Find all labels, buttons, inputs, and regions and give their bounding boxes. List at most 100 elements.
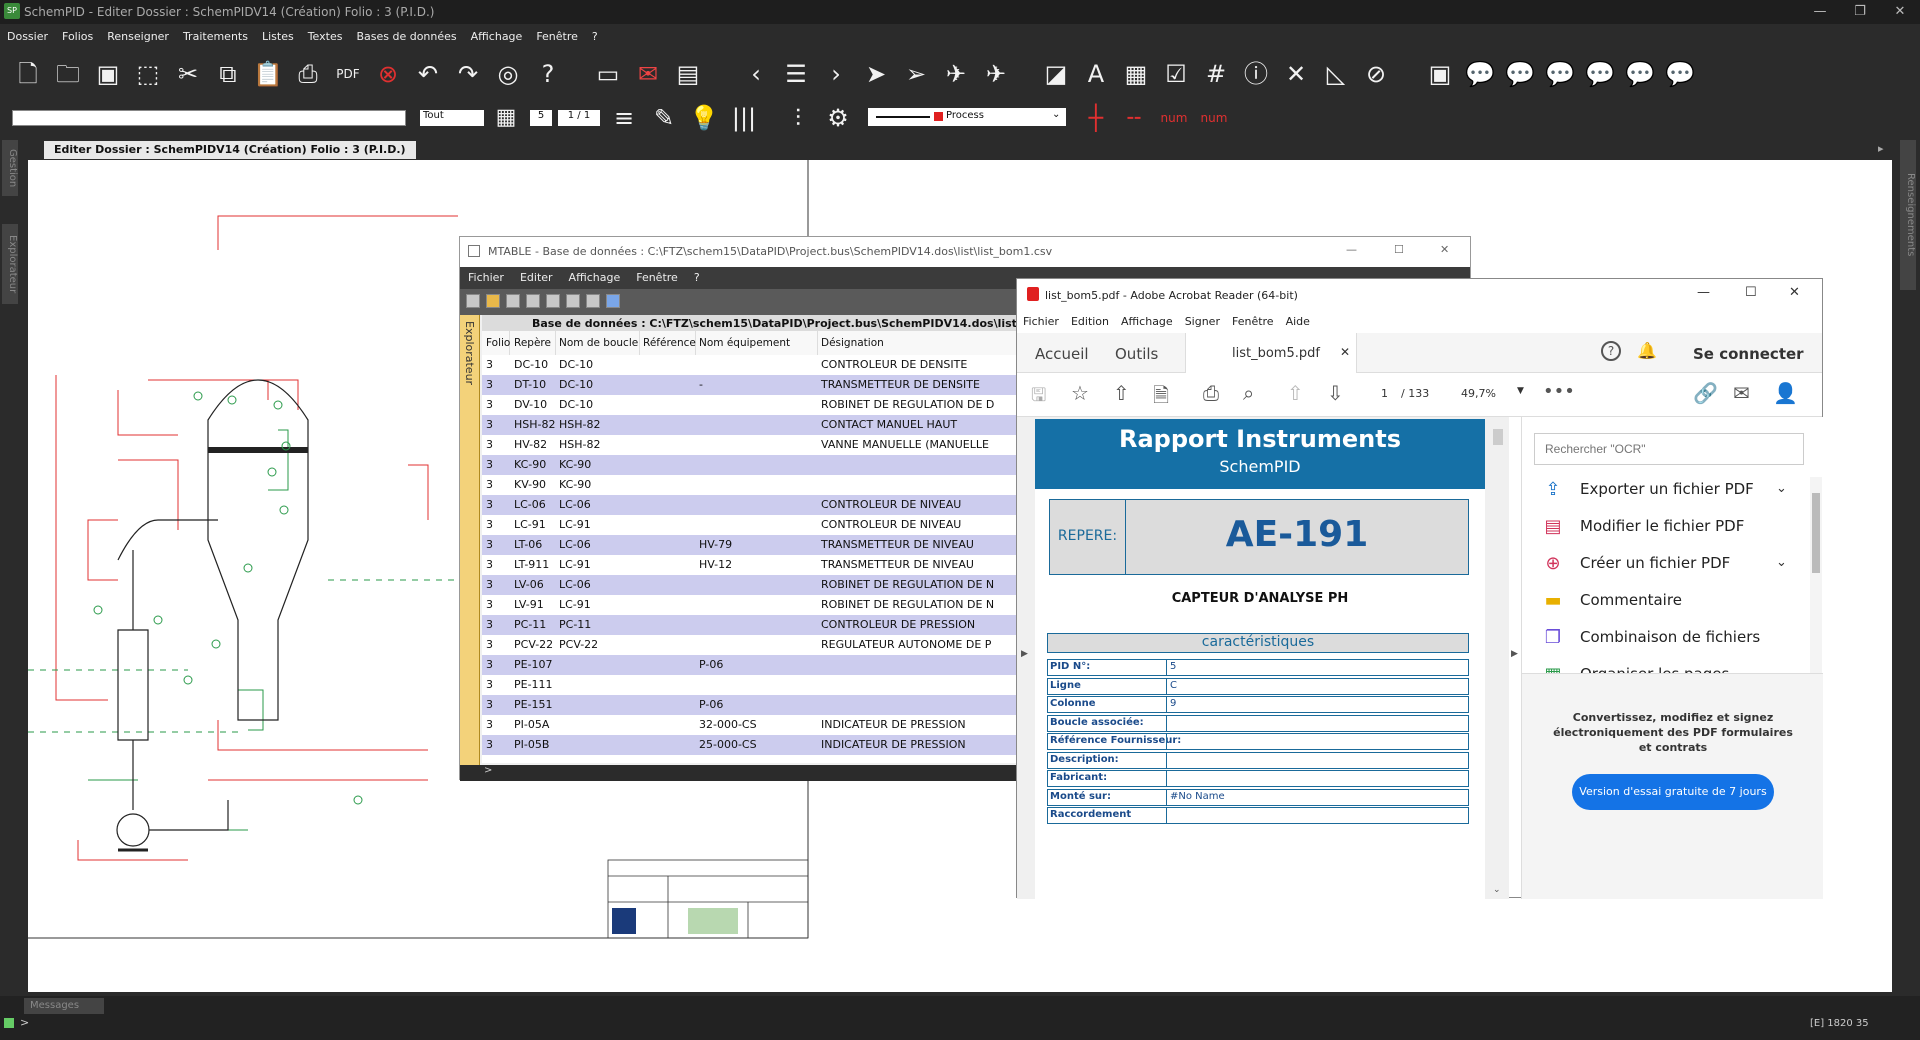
zoom-search-icon[interactable]: ⌕: [1243, 381, 1254, 405]
combine-files-icon[interactable]: ❐: [1542, 627, 1564, 649]
acrobat-close-icon[interactable]: ✕: [1789, 285, 1800, 300]
open-folder-icon[interactable]: 🗀: [52, 58, 84, 90]
print-icon[interactable]: ⎙: [292, 58, 324, 90]
acro-menu-signer[interactable]: Signer: [1179, 311, 1226, 332]
library-icon[interactable]: |||: [728, 102, 760, 134]
menu-renseigner[interactable]: Renseigner: [100, 24, 176, 43]
calendar-icon[interactable]: ▦: [1120, 58, 1152, 90]
menu-traitements[interactable]: Traitements: [176, 24, 255, 43]
layer-field[interactable]: 5: [530, 110, 552, 126]
panel-item-label[interactable]: Combinaison de fichiers: [1580, 628, 1760, 646]
window-icon[interactable]: ▭: [592, 58, 624, 90]
hide-icon[interactable]: ⊘: [1360, 58, 1392, 90]
shapes-icon[interactable]: ◪: [1040, 58, 1072, 90]
save-icon[interactable]: ▣: [92, 58, 124, 90]
acro-menu-edition[interactable]: Edition: [1065, 311, 1115, 332]
tab-gestion[interactable]: Gestion: [2, 140, 18, 196]
mtable-open-icon[interactable]: [486, 294, 500, 308]
mtable-close-icon[interactable]: ✕: [1440, 243, 1449, 256]
panel-item-label[interactable]: Exporter un fichier PDF: [1580, 480, 1754, 498]
mtable-paste-icon[interactable]: [566, 294, 580, 308]
check-icon[interactable]: ☑: [1160, 58, 1192, 90]
comment-1-icon[interactable]: 💬: [1464, 58, 1496, 90]
chevron-down-icon[interactable]: ⌄: [1776, 481, 1787, 496]
help-icon[interactable]: ?: [532, 58, 564, 90]
page-current-input[interactable]: 1: [1381, 387, 1388, 400]
signin-button[interactable]: Se connecter: [1693, 345, 1804, 363]
messages-tab[interactable]: Messages: [24, 998, 104, 1014]
prev-icon[interactable]: ‹: [740, 58, 772, 90]
copy-icon[interactable]: ⧉: [212, 58, 244, 90]
add-user-icon[interactable]: 👤: [1773, 381, 1798, 405]
comment-2-icon[interactable]: 💬: [1504, 58, 1536, 90]
pdf-viewport[interactable]: Rapport Instruments SchemPID REPERE: AE-…: [1017, 417, 1518, 899]
grid-hash-icon[interactable]: #: [1200, 58, 1232, 90]
line-red-icon[interactable]: ┼: [1080, 102, 1112, 134]
undo-icon[interactable]: ↶: [412, 58, 444, 90]
settings-icon[interactable]: ⚙: [822, 102, 854, 134]
mtable-help-icon[interactable]: [606, 294, 620, 308]
col-repere[interactable]: Repère: [510, 331, 556, 355]
tab-accueil[interactable]: Accueil: [1035, 345, 1089, 363]
save-disk-icon[interactable]: 🖫: [1031, 383, 1046, 413]
tab-outils[interactable]: Outils: [1115, 345, 1158, 363]
acrobat-maximize-icon[interactable]: ☐: [1745, 285, 1757, 300]
menu-listes[interactable]: Listes: [255, 24, 301, 43]
pdf-scrollbar[interactable]: ⌄: [1491, 419, 1505, 899]
mtable-menu-help[interactable]: ?: [686, 267, 708, 288]
tab-renseignements[interactable]: Renseignements: [1900, 140, 1916, 290]
command-input[interactable]: [12, 110, 406, 126]
document-tab[interactable]: Editer Dossier : SchemPIDV14 (Création) …: [44, 141, 416, 159]
stop-icon[interactable]: ⊗: [372, 58, 404, 90]
comment-3-icon[interactable]: 💬: [1544, 58, 1576, 90]
mail-icon[interactable]: ✉: [1733, 381, 1750, 405]
report-icon[interactable]: ▤: [672, 58, 704, 90]
zoom-circle-icon[interactable]: ◎: [492, 58, 524, 90]
chevron-down-icon[interactable]: ⌄: [1776, 555, 1787, 570]
panel-scroll-thumb[interactable]: [1812, 493, 1820, 573]
col-folio[interactable]: Folio: [482, 331, 510, 355]
menu-dossier[interactable]: Dossier: [0, 24, 55, 43]
panel-item-label[interactable]: Commentaire: [1580, 591, 1682, 609]
page-up-icon[interactable]: ⇧: [1287, 381, 1304, 405]
mtable-copy-icon[interactable]: [546, 294, 560, 308]
info-icon[interactable]: ⓘ: [1240, 58, 1272, 90]
menu-affichage[interactable]: Affichage: [464, 24, 530, 43]
cursor-bar-icon[interactable]: ⫶: [782, 102, 814, 134]
delete-x-icon[interactable]: ✕: [1280, 58, 1312, 90]
menu-help[interactable]: ?: [585, 24, 605, 43]
num-alt-icon[interactable]: num: [1198, 102, 1230, 134]
tab-scroll-right-icon[interactable]: ▸: [1878, 142, 1884, 155]
panel-item-label[interactable]: Modifier le fichier PDF: [1580, 517, 1744, 535]
mtable-maximize-icon[interactable]: ☐: [1394, 243, 1404, 256]
export-pdf-icon[interactable]: ⇪: [1542, 479, 1564, 501]
menu-folios[interactable]: Folios: [55, 24, 100, 43]
col-reference[interactable]: Référence: [640, 331, 696, 355]
create-pdf-icon[interactable]: ⊕: [1542, 553, 1564, 575]
page-field[interactable]: 1 / 1: [558, 110, 600, 126]
minimize-icon[interactable]: —: [1800, 2, 1840, 22]
lock-file-icon[interactable]: 🗎: [1153, 381, 1169, 415]
num-icon[interactable]: num: [1158, 102, 1190, 134]
lines-icon[interactable]: ≡: [608, 102, 640, 134]
more-icon[interactable]: •••: [1543, 381, 1575, 402]
mtable-save-icon[interactable]: [506, 294, 520, 308]
list-icon[interactable]: ☰: [780, 58, 812, 90]
mtable-menu-fenetre[interactable]: Fenêtre: [628, 267, 686, 288]
filter-select[interactable]: Tout: [420, 110, 484, 126]
comment-6-icon[interactable]: 💬: [1664, 58, 1696, 90]
paste-icon[interactable]: 📋: [252, 58, 284, 90]
text-icon[interactable]: A: [1080, 58, 1112, 90]
panel-item-label[interactable]: Créer un fichier PDF: [1580, 554, 1730, 572]
panel-icon[interactable]: ▣: [1424, 58, 1456, 90]
printer-icon[interactable]: ⎙: [1203, 381, 1219, 405]
comment-icon[interactable]: ▬: [1542, 590, 1564, 612]
pointer-icon[interactable]: ➤: [860, 58, 892, 90]
pencil-icon[interactable]: ✎: [648, 102, 680, 134]
col-nom-equipement[interactable]: Nom équipement: [696, 331, 818, 355]
next-icon[interactable]: ›: [820, 58, 852, 90]
acro-menu-fichier[interactable]: Fichier: [1017, 311, 1065, 332]
page-down-icon[interactable]: ⇩: [1327, 381, 1344, 405]
pdf-scroll-thumb[interactable]: [1493, 429, 1503, 445]
plane-icon[interactable]: ✈: [980, 58, 1012, 90]
